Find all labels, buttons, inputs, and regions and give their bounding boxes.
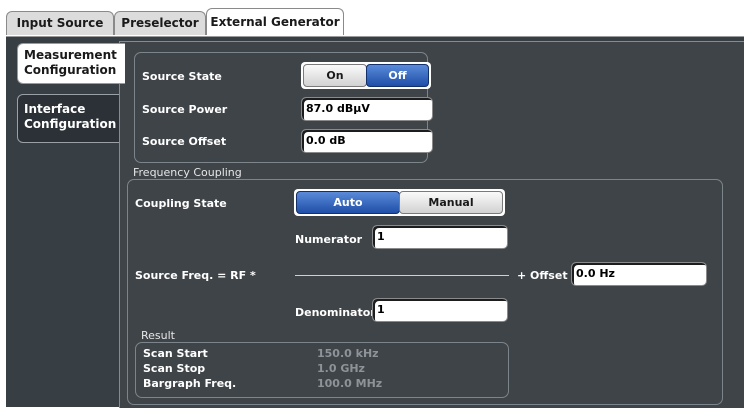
coupling-auto-button[interactable]: Auto	[296, 191, 400, 214]
frequency-coupling-title: Frequency Coupling	[133, 166, 242, 179]
coupling-state-label: Coupling State	[135, 197, 227, 210]
denominator-field[interactable]: 1	[372, 298, 508, 322]
side-tab-measurement-configuration[interactable]: Measurement Configuration	[17, 43, 125, 84]
source-power-label: Source Power	[142, 103, 228, 116]
fraction-line	[295, 275, 509, 276]
scan-start-value: 150.0 kHz	[317, 347, 379, 360]
coupling-manual-button[interactable]: Manual	[399, 191, 503, 214]
tab-external-generator[interactable]: External Generator	[206, 8, 344, 35]
formula-label: Source Freq. = RF *	[135, 269, 256, 282]
scan-stop-value: 1.0 GHz	[317, 362, 365, 375]
source-state-toggle: On Off	[301, 62, 431, 89]
scan-start-label: Scan Start	[143, 347, 208, 360]
source-power-field[interactable]: 87.0 dBµV	[301, 97, 433, 121]
bargraph-freq-value: 100.0 MHz	[317, 377, 383, 390]
source-offset-field[interactable]: 0.0 dB	[301, 129, 433, 153]
source-offset-label: Source Offset	[142, 135, 227, 148]
result-title: Result	[141, 329, 175, 342]
denominator-label: Denominator	[295, 306, 376, 319]
source-state-label: Source State	[142, 70, 222, 83]
result-group: Scan Start 150.0 kHz Scan Stop 1.0 GHz B…	[135, 342, 509, 398]
tab-input-source[interactable]: Input Source	[6, 11, 114, 35]
offset-field[interactable]: 0.0 Hz	[571, 262, 707, 286]
frequency-coupling-group: Coupling State Auto Manual Numerator 1 S…	[127, 179, 723, 405]
numerator-label: Numerator	[295, 233, 363, 246]
numerator-field[interactable]: 1	[372, 225, 508, 249]
content-area: Source State On Off Source Power 87.0 dB…	[119, 41, 744, 408]
side-tab-interface-configuration[interactable]: Interface Configuration	[17, 94, 125, 143]
offset-label: + Offset	[517, 269, 568, 282]
scan-stop-label: Scan Stop	[143, 362, 206, 375]
coupling-state-toggle: Auto Manual	[294, 189, 505, 216]
source-state-on-button[interactable]: On	[303, 64, 367, 87]
source-state-off-button[interactable]: Off	[366, 64, 429, 87]
main-panel: Measurement Configuration Interface Conf…	[6, 36, 744, 408]
tab-preselector[interactable]: Preselector	[114, 11, 206, 35]
bargraph-freq-label: Bargraph Freq.	[143, 377, 237, 390]
source-group: Source State On Off Source Power 87.0 dB…	[134, 52, 433, 163]
